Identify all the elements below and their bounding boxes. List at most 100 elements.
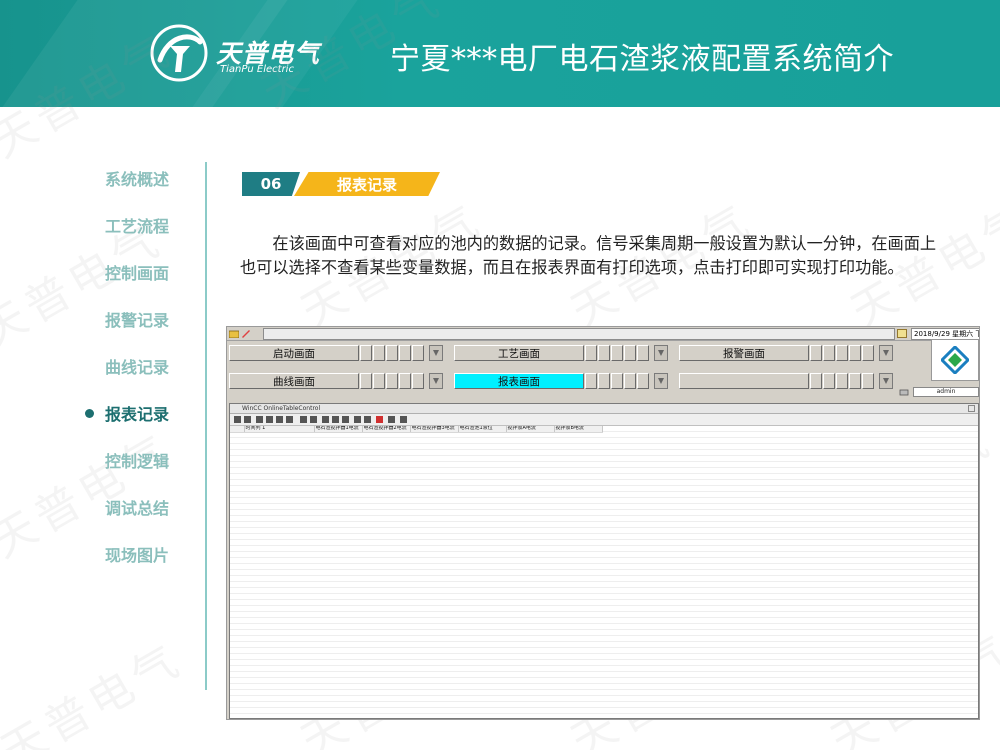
column-icon[interactable] xyxy=(342,416,349,423)
slot-button[interactable] xyxy=(624,373,636,389)
column-header[interactable]: 电石渣搅拌器1电流 xyxy=(314,426,363,433)
nav-item-label: 曲线记录 xyxy=(105,358,170,377)
slot-button[interactable] xyxy=(637,373,649,389)
slot-button[interactable] xyxy=(836,373,848,389)
slot-button[interactable] xyxy=(598,345,610,361)
nav-item-label: 控制逻辑 xyxy=(105,452,170,471)
active-bullet-icon xyxy=(85,408,94,418)
slot-button[interactable] xyxy=(360,373,372,389)
down-arrow-icon[interactable] xyxy=(429,373,443,389)
nav-item-overview[interactable]: 系统概述 xyxy=(60,164,200,192)
column-header[interactable]: 电石渣搅拌器2电流 xyxy=(362,426,411,433)
process-screen-button[interactable]: 工艺画面 xyxy=(454,345,584,361)
down-arrow-icon[interactable] xyxy=(654,345,668,361)
close-icon[interactable] xyxy=(968,405,975,412)
down-arrow-icon[interactable] xyxy=(654,373,668,389)
slot-button[interactable] xyxy=(637,345,649,361)
slot-button[interactable] xyxy=(810,345,822,361)
slot-button[interactable] xyxy=(849,345,861,361)
config-icon[interactable] xyxy=(234,416,241,423)
next-icon[interactable] xyxy=(276,416,283,423)
nav-item-control-logic[interactable]: 控制逻辑 xyxy=(60,446,200,474)
slot-button[interactable] xyxy=(598,373,610,389)
slot-button[interactable] xyxy=(862,373,874,389)
section-tag: 06 报表记录 xyxy=(242,172,442,196)
nav-item-debug-summary[interactable]: 调试总结 xyxy=(60,493,200,521)
nav-item-report-record[interactable]: 报表记录 xyxy=(60,399,200,427)
slot-button[interactable] xyxy=(386,345,398,361)
slot-button[interactable] xyxy=(412,345,424,361)
column-header[interactable]: 搅拌泵A电流 xyxy=(506,426,555,433)
slot-button[interactable] xyxy=(412,373,424,389)
nav-item-alarm-record[interactable]: 报警记录 xyxy=(60,305,200,333)
slot-button[interactable] xyxy=(624,345,636,361)
slot-button[interactable] xyxy=(386,373,398,389)
description-text: 在该画面中可查看对应的池内的数据的记录。信号采集周期一般设置为默认一分钟，在画面… xyxy=(240,234,937,277)
first-icon[interactable] xyxy=(256,416,263,423)
section-description: 在该画面中可查看对应的池内的数据的记录。信号采集周期一般设置为默认一分钟，在画面… xyxy=(240,232,940,280)
slot-button[interactable] xyxy=(399,345,411,361)
data-table: 时间列 1 电石渣搅拌器1电流 电石渣搅拌器2电流 电石渣搅拌器3电流 电石渣池… xyxy=(230,426,603,433)
slot-button[interactable] xyxy=(823,373,835,389)
column-header[interactable]: 电石渣搅拌器3电流 xyxy=(410,426,459,433)
export-icon[interactable] xyxy=(400,416,407,423)
slot-button[interactable] xyxy=(360,345,372,361)
nav-item-control-screen[interactable]: 控制画面 xyxy=(60,258,200,286)
column-header[interactable]: 搅拌泵B电流 xyxy=(554,426,603,433)
nav-item-label: 工艺流程 xyxy=(105,217,170,236)
logo-english-text: TianPu Electric xyxy=(220,64,294,75)
folder-icon[interactable] xyxy=(229,329,239,338)
table-window-title-text: WinCC OnlineTableControl xyxy=(242,405,321,412)
slot-button[interactable] xyxy=(823,345,835,361)
hmi-top-bar: 2018/9/29 星期六 下午 04:0 xyxy=(227,327,979,341)
previous-icon[interactable] xyxy=(266,416,273,423)
down-arrow-icon[interactable] xyxy=(879,373,893,389)
slot-button[interactable] xyxy=(611,345,623,361)
record-icon[interactable] xyxy=(376,416,383,423)
search-icon[interactable] xyxy=(310,416,317,423)
refresh-icon[interactable] xyxy=(364,416,371,423)
slot-button[interactable] xyxy=(810,373,822,389)
nav-item-label: 调试总结 xyxy=(105,499,170,518)
print-icon[interactable] xyxy=(388,416,395,423)
alarm-screen-button[interactable]: 报警画面 xyxy=(679,345,809,361)
nav-item-process[interactable]: 工艺流程 xyxy=(60,211,200,239)
hmi-logo xyxy=(931,339,979,381)
slot-button[interactable] xyxy=(585,345,597,361)
column-header[interactable]: 时间列 1 xyxy=(244,426,315,433)
copy-icon[interactable] xyxy=(322,416,329,423)
select-icon[interactable] xyxy=(332,416,339,423)
slot-button[interactable] xyxy=(585,373,597,389)
column-header[interactable] xyxy=(230,426,245,433)
printer-icon[interactable] xyxy=(899,387,909,397)
hmi-logo-icon xyxy=(941,346,969,374)
down-arrow-icon[interactable] xyxy=(879,345,893,361)
curve-screen-button[interactable]: 曲线画面 xyxy=(229,373,359,389)
nav-item-curve-record[interactable]: 曲线记录 xyxy=(60,352,200,380)
edit-icon[interactable] xyxy=(300,416,307,423)
section-name: 报表记录 xyxy=(294,172,440,196)
edit-icon[interactable] xyxy=(241,329,251,338)
table-gridlines xyxy=(230,426,978,718)
report-screen-button[interactable]: 报表画面 xyxy=(454,373,584,389)
column-header[interactable]: 电石渣池1液位 xyxy=(458,426,507,433)
slot-button[interactable] xyxy=(849,373,861,389)
slot-button[interactable] xyxy=(373,345,385,361)
startup-screen-button[interactable]: 启动画面 xyxy=(229,345,359,361)
data-table-area: 时间列 1 电石渣搅拌器1电流 电石渣搅拌器2电流 电石渣搅拌器3电流 电石渣池… xyxy=(230,426,978,718)
table-header-row: 时间列 1 电石渣搅拌器1电流 电石渣搅拌器2电流 电石渣搅拌器3电流 电石渣池… xyxy=(230,426,603,433)
nav-item-label: 现场图片 xyxy=(105,546,170,565)
table-toolbar xyxy=(230,414,978,426)
table-icon[interactable] xyxy=(244,416,251,423)
nav-item-label: 控制画面 xyxy=(105,264,170,283)
nav-item-site-photos[interactable]: 现场图片 xyxy=(60,540,200,568)
empty-screen-button[interactable] xyxy=(679,373,809,389)
slot-button[interactable] xyxy=(399,373,411,389)
last-icon[interactable] xyxy=(286,416,293,423)
slot-button[interactable] xyxy=(611,373,623,389)
slot-button[interactable] xyxy=(862,345,874,361)
slot-button[interactable] xyxy=(836,345,848,361)
down-arrow-icon[interactable] xyxy=(429,345,443,361)
slot-button[interactable] xyxy=(373,373,385,389)
stop-icon[interactable] xyxy=(354,416,361,423)
